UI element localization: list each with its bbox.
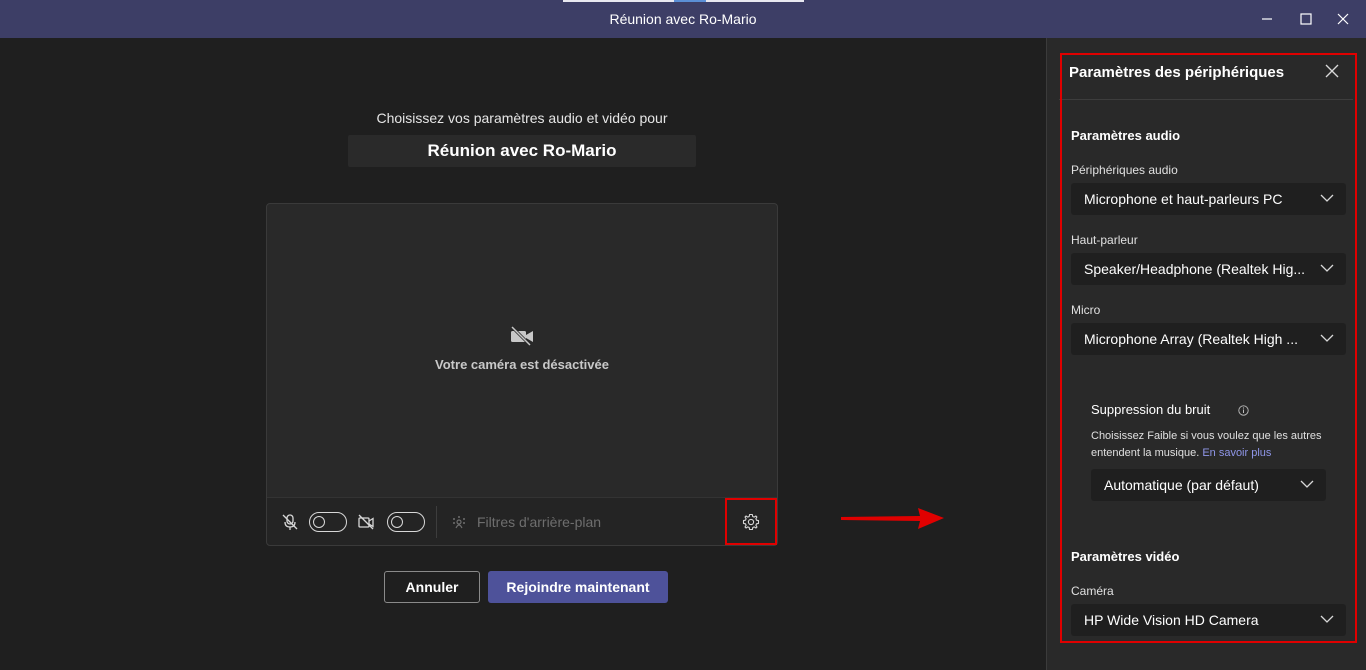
mic-toggle-knob [313, 515, 325, 528]
camera-toggle-knob [391, 515, 403, 528]
speaker-value: Speaker/Headphone (Realtek Hig... [1084, 261, 1304, 277]
title-bar: Réunion avec Ro-Mario [0, 0, 1366, 38]
panel-title: Paramètres des périphériques [1069, 64, 1285, 81]
info-icon[interactable] [1238, 405, 1249, 416]
noise-suppression-value: Automatique (par défaut) [1104, 477, 1259, 493]
noise-suppression-select[interactable]: Automatique (par défaut) [1091, 469, 1326, 501]
video-preview: Votre caméra est désactivée Filtres d'ar… [266, 203, 778, 546]
minimize-icon [1262, 18, 1272, 20]
audio-section-heading: Paramètres audio [1071, 128, 1181, 143]
background-filters-button[interactable]: Filtres d'arrière-plan [477, 514, 601, 530]
video-section-heading: Paramètres vidéo [1071, 549, 1180, 564]
gear-icon [742, 513, 760, 530]
noise-suppression-description: Choisissez Faible si vous voulez que les… [1091, 428, 1331, 462]
chevron-down-icon [1300, 480, 1314, 488]
join-now-button[interactable]: Rejoindre maintenant [488, 571, 668, 603]
maximize-icon [1300, 13, 1312, 25]
cancel-button[interactable]: Annuler [384, 571, 480, 603]
mic-value: Microphone Array (Realtek High ... [1084, 331, 1298, 347]
camera-toggle[interactable] [387, 512, 425, 532]
audio-devices-value: Microphone et haut-parleurs PC [1084, 191, 1283, 207]
mic-label: Micro [1071, 303, 1101, 317]
title-accent-blue [674, 0, 706, 2]
meeting-name: Réunion avec Ro-Mario [348, 135, 696, 167]
chevron-down-icon [1320, 194, 1334, 202]
camera-off-message: Votre caméra est désactivée [435, 357, 609, 372]
background-effects-icon [453, 516, 465, 529]
camera-select[interactable]: HP Wide Vision HD Camera [1071, 604, 1346, 636]
chevron-down-icon [1320, 334, 1334, 342]
camera-off-small-icon[interactable] [357, 513, 375, 531]
red-arrow-annotation [841, 508, 944, 529]
mic-toggle[interactable] [309, 512, 347, 532]
speaker-label: Haut-parleur [1071, 233, 1138, 247]
camera-value: HP Wide Vision HD Camera [1084, 612, 1259, 628]
noise-suppression-title: Suppression du bruit [1091, 402, 1211, 417]
preview-controls: Filtres d'arrière-plan [267, 497, 777, 545]
panel-separator [1059, 99, 1353, 100]
audio-devices-select[interactable]: Microphone et haut-parleurs PC [1071, 183, 1346, 215]
teams-prejoin-window: Réunion avec Ro-Mario Choisissez vos par… [0, 0, 1366, 670]
audio-devices-label: Périphériques audio [1071, 163, 1178, 177]
camera-label: Caméra [1071, 584, 1114, 598]
close-icon[interactable] [1323, 62, 1341, 80]
device-settings-panel: Paramètres des périphériques Paramètres … [1046, 38, 1366, 670]
chevron-down-icon [1320, 264, 1334, 272]
close-window-button[interactable] [1320, 0, 1366, 38]
camera-off-icon [510, 326, 533, 346]
speaker-select[interactable]: Speaker/Headphone (Realtek Hig... [1071, 253, 1346, 285]
close-icon [1337, 13, 1349, 25]
mic-off-icon[interactable] [281, 513, 299, 531]
prejoin-prompt: Choisissez vos paramètres audio et vidéo… [376, 110, 668, 126]
device-settings-button[interactable] [725, 498, 777, 545]
prejoin-main: Choisissez vos paramètres audio et vidéo… [0, 38, 1046, 670]
window-title: Réunion avec Ro-Mario [609, 11, 757, 27]
learn-more-link[interactable]: En savoir plus [1202, 447, 1271, 459]
mic-select[interactable]: Microphone Array (Realtek High ... [1071, 323, 1346, 355]
controls-divider [436, 506, 437, 538]
chevron-down-icon [1320, 615, 1334, 623]
